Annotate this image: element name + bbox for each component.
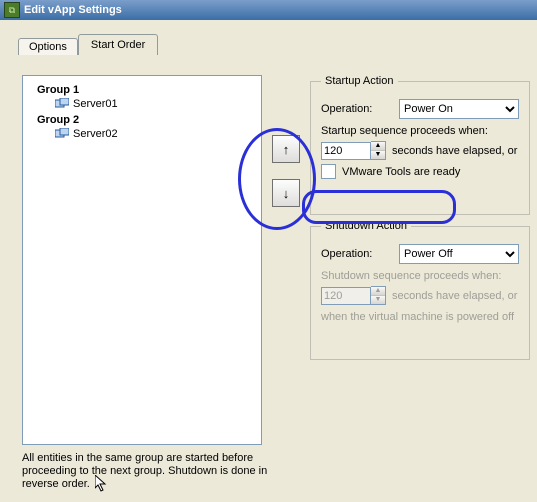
startup-action-group: Startup Action Operation: Power On Start… [310, 75, 530, 215]
tab-start-order[interactable]: Start Order [78, 34, 158, 55]
tree-item-label: Server01 [73, 98, 118, 110]
startup-seconds-input[interactable] [321, 142, 371, 160]
vm-icon [55, 128, 69, 140]
tree-item-server01[interactable]: Server01 [55, 98, 257, 110]
window-title: Edit vApp Settings [24, 4, 122, 16]
move-down-button[interactable]: ↓ [272, 179, 300, 207]
startup-seconds-spinner[interactable]: ▲ ▼ [321, 141, 386, 160]
arrow-up-icon: ↑ [283, 142, 290, 157]
shutdown-note: Shutdown sequence proceeds when: [321, 270, 519, 282]
app-icon: ⧉ [4, 2, 20, 18]
spin-up-icon[interactable]: ▲ [371, 142, 385, 151]
shutdown-seconds-input [321, 287, 371, 305]
reorder-arrows: ↑ ↓ [272, 135, 300, 207]
tabs: Options Start Order [18, 34, 158, 55]
shutdown-operation-label: Operation: [321, 248, 399, 260]
shutdown-action-group: Shutdown Action Operation: Power Off Shu… [310, 220, 530, 360]
startup-note: Startup sequence proceeds when: [321, 125, 519, 137]
tree-item-label: Server02 [73, 128, 118, 140]
vmware-tools-label: VMware Tools are ready [342, 166, 460, 178]
shutdown-operation-select[interactable]: Power Off [399, 244, 519, 264]
shutdown-line2: when the virtual machine is powered off [321, 311, 519, 323]
spin-down-icon: ▼ [371, 296, 385, 304]
shutdown-seconds-after: seconds have elapsed, or [392, 290, 517, 302]
vm-icon [55, 98, 69, 110]
title-bar: ⧉ Edit vApp Settings [0, 0, 537, 20]
spin-down-icon[interactable]: ▼ [371, 151, 385, 159]
move-up-button[interactable]: ↑ [272, 135, 300, 163]
startup-operation-label: Operation: [321, 103, 399, 115]
startup-legend: Startup Action [321, 75, 398, 87]
spinner-buttons: ▲ ▼ [371, 286, 386, 305]
startup-seconds-after: seconds have elapsed, or [392, 145, 517, 157]
group-1[interactable]: Group 1 [37, 84, 257, 96]
tab-options[interactable]: Options [18, 38, 78, 55]
spinner-buttons: ▲ ▼ [371, 141, 386, 160]
tree-item-server02[interactable]: Server02 [55, 128, 257, 140]
shutdown-legend: Shutdown Action [321, 220, 411, 232]
shutdown-seconds-spinner: ▲ ▼ [321, 286, 386, 305]
window: ⧉ Edit vApp Settings Options Start Order… [0, 0, 537, 502]
group-tree[interactable]: Group 1 Server01 Group 2 Server02 [22, 75, 262, 445]
spin-up-icon: ▲ [371, 287, 385, 296]
vmware-tools-checkbox[interactable] [321, 164, 336, 179]
group-2[interactable]: Group 2 [37, 114, 257, 126]
client-area: Options Start Order Group 1 Server01 Gro… [0, 20, 537, 502]
arrow-down-icon: ↓ [283, 186, 290, 201]
startup-operation-select[interactable]: Power On [399, 99, 519, 119]
footnote: All entities in the same group are start… [22, 452, 272, 491]
